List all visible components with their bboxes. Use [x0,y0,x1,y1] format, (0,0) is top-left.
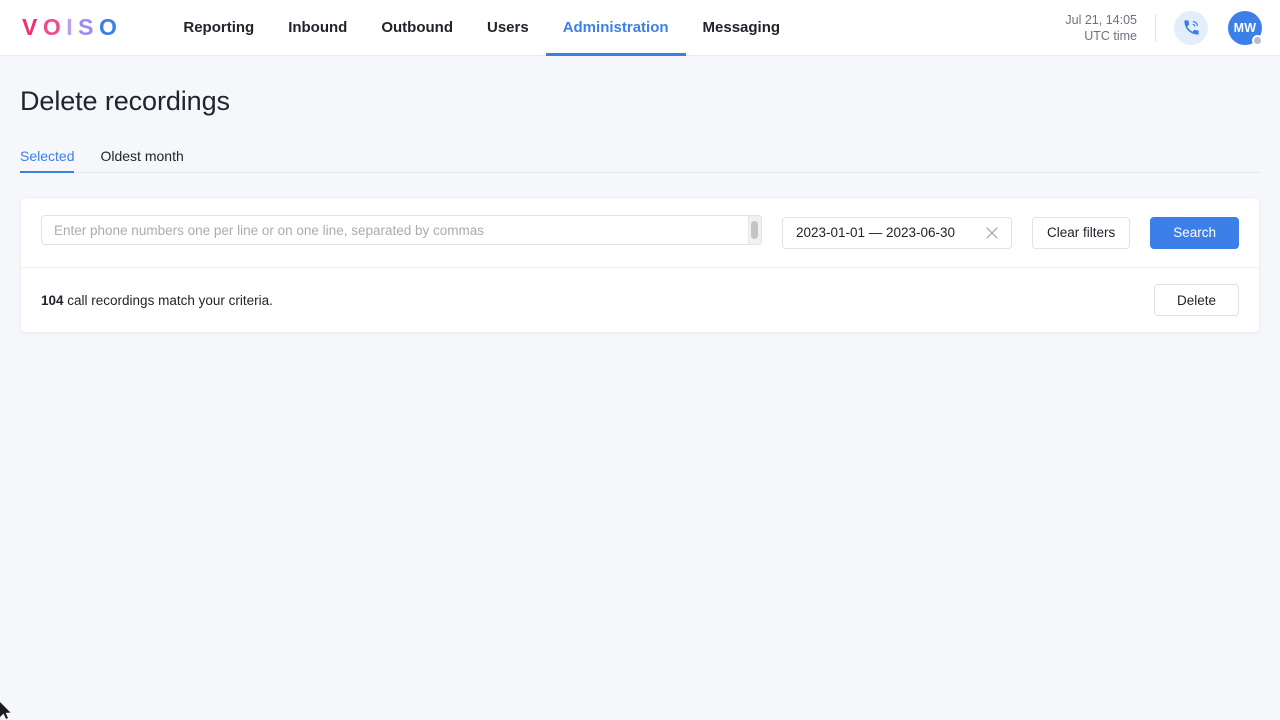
clock-datetime: Jul 21, 14:05 [1065,12,1137,27]
main-nav: Reporting Inbound Outbound Users Adminis… [166,0,797,56]
page-content: Delete recordings Selected Oldest month … [0,86,1280,333]
utc-clock: Jul 21, 14:05 UTC time [1065,12,1155,44]
top-navigation-bar: V O I S O Reporting Inbound Outbound Use… [0,0,1280,56]
nav-item-inbound[interactable]: Inbound [271,0,364,56]
phone-numbers-scrollbar[interactable] [747,216,761,244]
nav-label: Messaging [702,19,781,36]
voiso-logo[interactable]: V O I S O [22,14,122,41]
delete-recordings-card: 2023-01-01 — 2023-06-30 Clear filters Se… [20,197,1260,333]
header-right-cluster: Jul 21, 14:05 UTC time MW [1065,10,1263,46]
filter-row: 2023-01-01 — 2023-06-30 Clear filters Se… [21,198,1259,267]
logo-letter-4: S [78,14,99,40]
header-divider [1155,13,1156,42]
phone-call-icon[interactable] [1174,10,1208,45]
phone-numbers-input[interactable] [41,215,762,245]
logo-letter-3: I [66,14,79,40]
mouse-cursor [0,702,11,719]
date-range-picker[interactable]: 2023-01-01 — 2023-06-30 [781,216,1012,249]
clear-filters-label: Clear filters [1046,225,1116,240]
results-message: call recordings match your criteria. [63,292,273,308]
logo-letter-1: V [22,14,43,40]
nav-item-reporting[interactable]: Reporting [166,0,271,56]
logo-letter-2: O [42,14,67,40]
page-title: Delete recordings [20,86,230,116]
delete-button[interactable]: Delete [1153,284,1239,316]
logo-letter-5: O [98,14,123,40]
nav-label: Administration [562,19,669,36]
avatar[interactable]: MW [1228,10,1263,46]
scrollbar-thumb[interactable] [751,221,759,239]
results-summary: 104 call recordings match your criteria. [41,293,273,308]
tab-label: Selected [20,148,75,164]
tab-bar: Selected Oldest month [20,143,1260,173]
nav-item-administration[interactable]: Administration [545,0,686,56]
phone-numbers-field [41,215,762,250]
clear-filters-button[interactable]: Clear filters [1031,216,1131,249]
tab-label: Oldest month [100,148,184,164]
date-range-value: 2023-01-01 — 2023-06-30 [795,225,956,240]
nav-label: Outbound [381,19,453,36]
nav-label: Inbound [288,19,348,36]
nav-label: Users [486,19,529,36]
nav-item-outbound[interactable]: Outbound [364,0,470,56]
search-label: Search [1173,225,1216,240]
nav-label: Reporting [183,19,255,36]
delete-label: Delete [1176,292,1216,308]
close-icon[interactable] [983,224,1001,242]
clock-timezone: UTC time [1084,28,1137,43]
tab-oldest-month[interactable]: Oldest month [100,148,183,172]
search-button[interactable]: Search [1150,216,1239,249]
nav-item-users[interactable]: Users [470,0,546,56]
avatar-status-dot [1252,34,1263,46]
tab-selected[interactable]: Selected [20,148,75,173]
nav-item-messaging[interactable]: Messaging [686,0,798,56]
results-count: 104 [41,292,64,308]
results-row: 104 call recordings match your criteria.… [21,268,1259,332]
